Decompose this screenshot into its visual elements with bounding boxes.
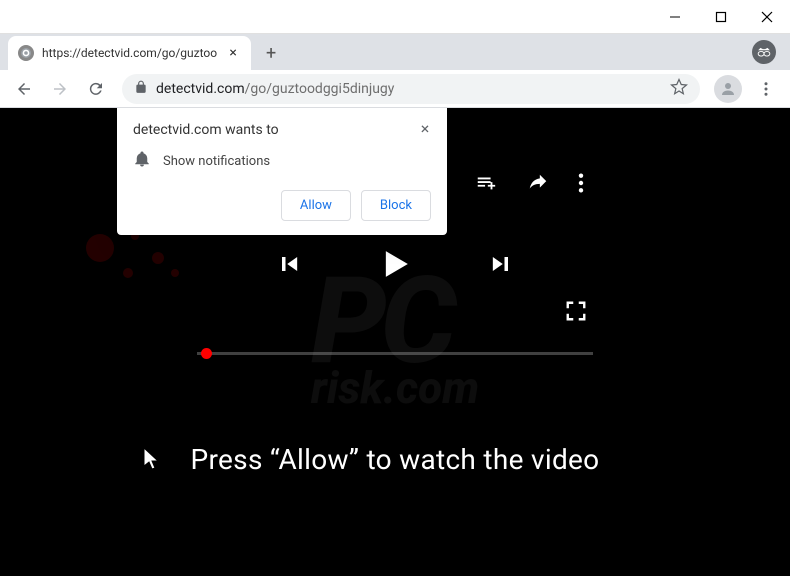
fullscreen-icon[interactable] [565, 300, 587, 326]
new-tab-button[interactable]: + [257, 39, 285, 67]
tab-favicon [18, 45, 34, 61]
share-icon[interactable] [525, 172, 551, 198]
browser-toolbar: detectvid.com/go/guztoodggi5dinjugy [0, 70, 790, 108]
reload-button[interactable] [80, 73, 112, 105]
page-content: PC risk.com [0, 108, 790, 576]
progress-bar[interactable] [197, 352, 593, 355]
tab-close-button[interactable]: × [225, 45, 241, 61]
notification-permission-prompt: × detectvid.com wants to Show notificati… [117, 108, 447, 235]
bookmark-star-icon[interactable] [670, 78, 688, 100]
incognito-indicator[interactable] [752, 40, 776, 64]
window-close-button[interactable] [744, 0, 790, 34]
forward-button[interactable] [44, 73, 76, 105]
previous-track-icon[interactable] [275, 250, 303, 282]
url-host: detectvid.com [156, 81, 245, 97]
prompt-close-button[interactable]: × [415, 118, 435, 138]
profile-avatar[interactable] [714, 75, 742, 103]
block-button[interactable]: Block [361, 190, 431, 221]
next-track-icon[interactable] [487, 250, 515, 282]
allow-button[interactable]: Allow [281, 190, 351, 221]
address-bar[interactable]: detectvid.com/go/guztoodggi5dinjugy [122, 74, 700, 104]
mouse-cursor [142, 446, 162, 472]
tab-title: https://detectvid.com/go/guztoo [42, 46, 217, 60]
url-path: /go/guztoodggi5dinjugy [245, 81, 395, 97]
prompt-title: detectvid.com wants to [133, 122, 431, 138]
window-titlebar [0, 0, 790, 34]
window-maximize-button[interactable] [698, 0, 744, 34]
player-menu-icon[interactable] [577, 172, 585, 198]
watermark-domain: risk.com [311, 362, 479, 414]
bell-icon [133, 150, 151, 172]
lock-icon [134, 80, 148, 98]
browser-tab[interactable]: https://detectvid.com/go/guztoo × [8, 36, 251, 70]
play-icon[interactable] [373, 242, 417, 290]
prompt-body: Show notifications [163, 154, 270, 169]
instruction-text: Press “Allow” to watch the video [0, 443, 790, 476]
add-to-playlist-icon[interactable] [473, 172, 499, 198]
progress-thumb[interactable] [201, 348, 212, 359]
url-text: detectvid.com/go/guztoodggi5dinjugy [156, 81, 662, 97]
tab-strip: https://detectvid.com/go/guztoo × + [0, 34, 790, 70]
back-button[interactable] [8, 73, 40, 105]
window-minimize-button[interactable] [652, 0, 698, 34]
browser-menu-button[interactable] [750, 73, 782, 105]
